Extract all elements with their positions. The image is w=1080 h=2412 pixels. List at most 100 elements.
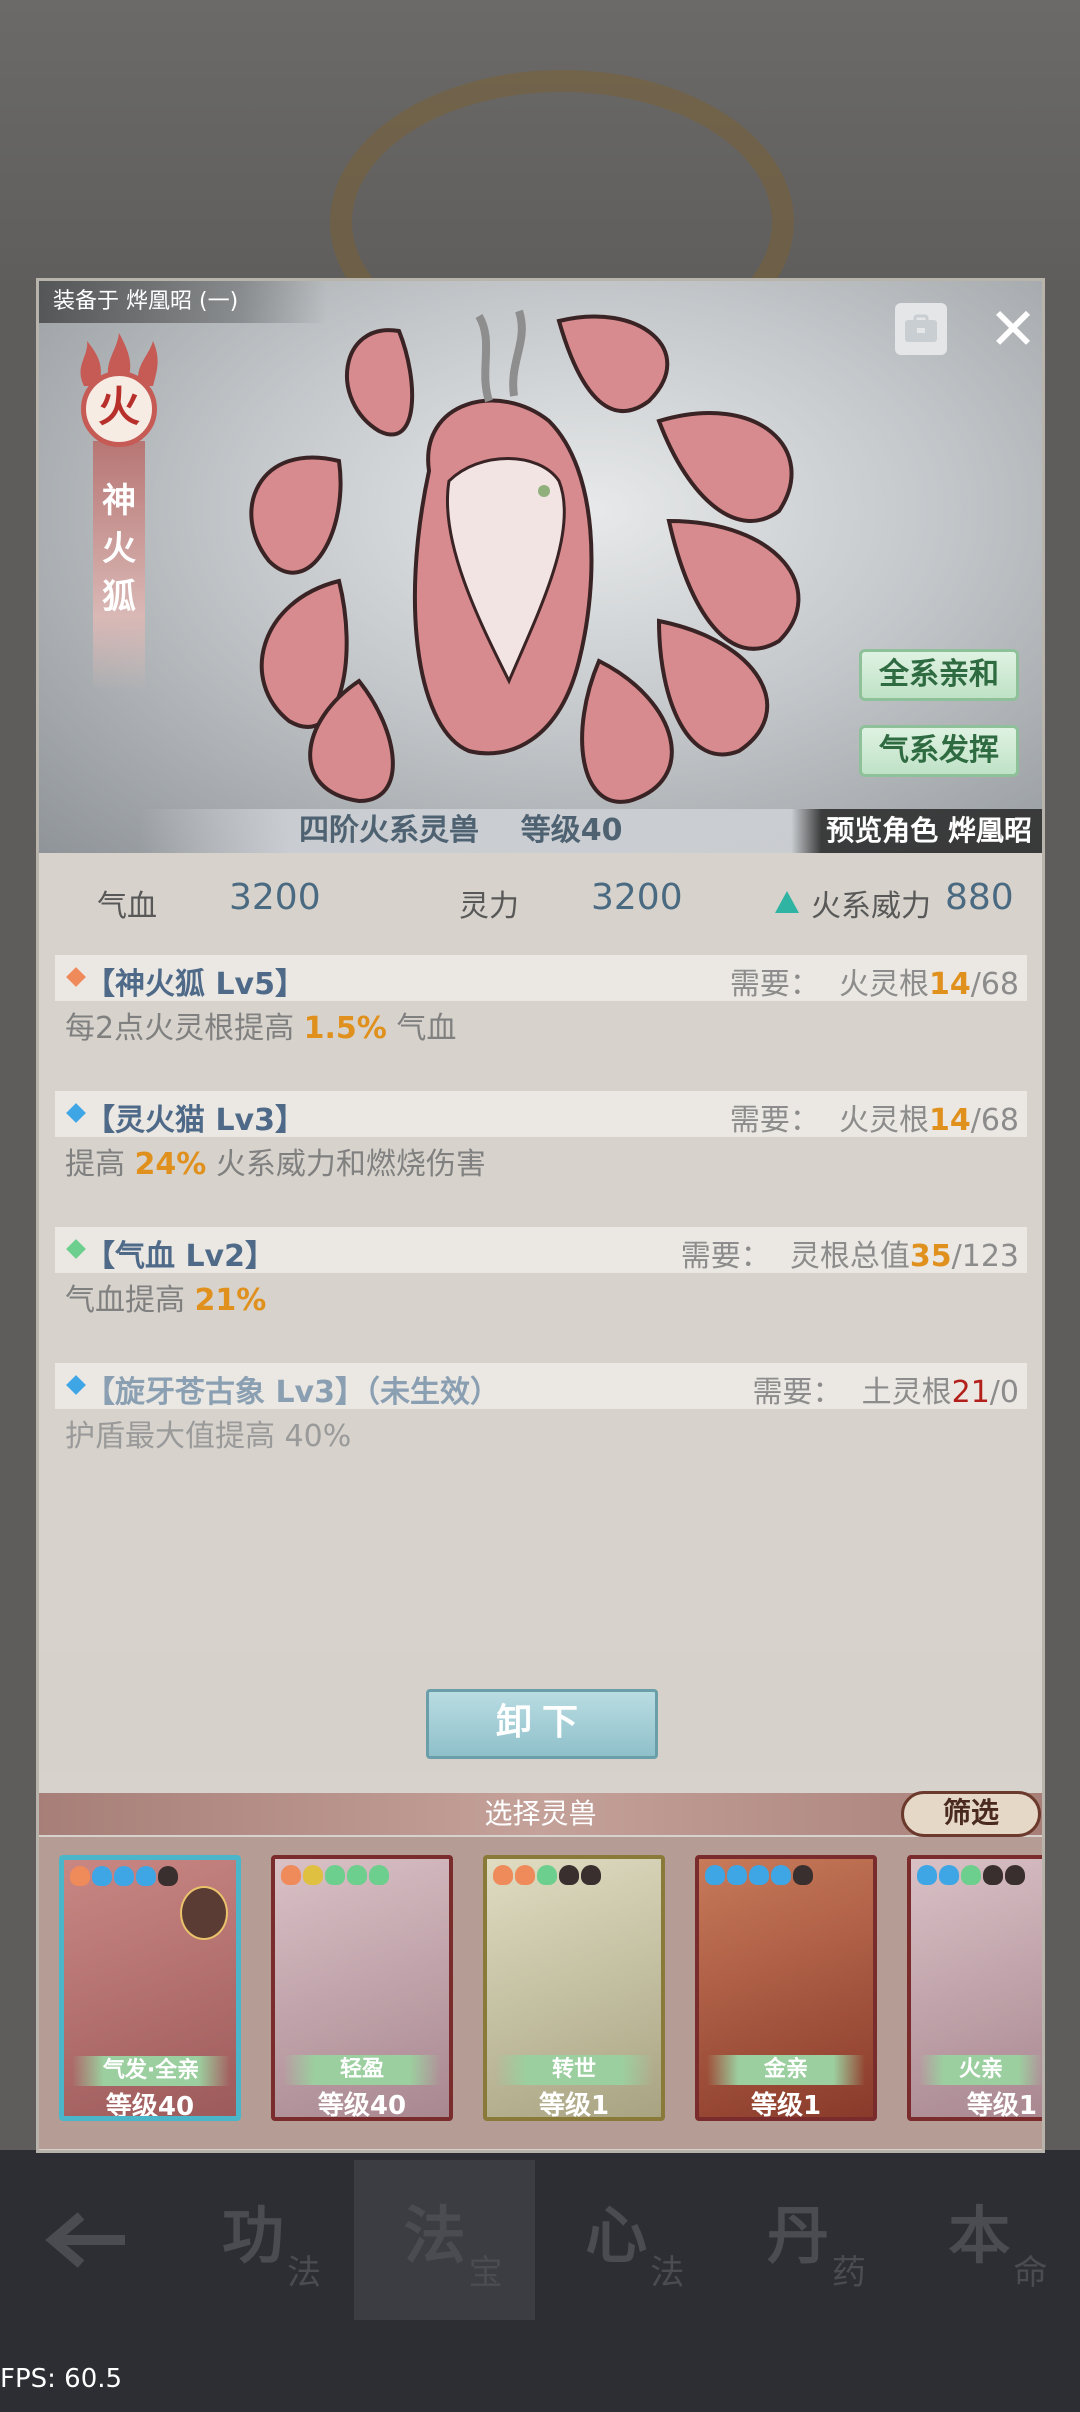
nav-tab-fabao[interactable]: 法 宝 <box>353 2160 536 2320</box>
card-tag: 轻盈 <box>283 2055 441 2085</box>
req-need: /0 <box>989 1375 1019 1410</box>
desc-highlight: 24% <box>134 1147 207 1182</box>
nav-tab-gongfa[interactable]: 功 法 <box>172 2160 354 2320</box>
skill-entry: 【神火狐 Lv5】 需要： 火灵根14/68 每2点火灵根提高 1.5% 气血 <box>55 955 1027 1057</box>
water-element-icon <box>771 1865 791 1885</box>
skill-description: 每2点火灵根提高 1.5% 气血 <box>55 1001 1027 1057</box>
empty-element-icon <box>793 1865 813 1885</box>
element-dots <box>493 1865 601 1885</box>
trait-qi-release[interactable]: 气系发挥 <box>859 725 1019 777</box>
unequip-button[interactable]: 卸下 <box>426 1689 658 1759</box>
skill-entry: 【气血 Lv2】 需要： 灵根总值35/123 气血提高 21% <box>55 1227 1027 1329</box>
element-dots <box>281 1865 389 1885</box>
card-level: 等级1 <box>750 2091 822 2121</box>
nav-tab-sub: 宝 <box>468 2253 503 2293</box>
beast-card[interactable]: 气发·全亲 等级40 <box>59 1855 241 2121</box>
water-element-icon <box>917 1865 937 1885</box>
req-have: 35 <box>909 1239 952 1274</box>
diamond-icon <box>66 967 86 987</box>
nav-tab-sub: 法 <box>287 2253 322 2293</box>
card-level: 等级40 <box>317 2091 407 2121</box>
card-tag: 金亲 <box>707 2055 865 2085</box>
hp-label: 气血 <box>97 889 157 924</box>
skill-requirement: 需要： 土灵根21/0 <box>753 1367 1019 1411</box>
equipped-on-label: 装备于 烨凰昭 (一) <box>39 281 327 323</box>
req-label: 需要： <box>729 1103 820 1138</box>
desc-text: 提高 <box>65 1147 135 1182</box>
req-root: 火灵根 <box>838 1103 929 1138</box>
req-have: 14 <box>928 1103 971 1138</box>
diamond-icon <box>66 1239 86 1259</box>
card-level: 等级1 <box>966 2091 1037 2121</box>
filter-button[interactable]: 筛选 <box>901 1791 1041 1837</box>
nav-tab-main: 法 <box>403 2199 466 2272</box>
card-level: 等级1 <box>538 2091 610 2121</box>
empty-element-icon <box>559 1865 579 1885</box>
beast-tier-level: 四阶火系灵兽 等级40 <box>299 809 623 853</box>
water-element-icon <box>749 1865 769 1885</box>
beast-card[interactable]: 转世 等级1 <box>483 1855 665 2121</box>
water-element-icon <box>92 1866 112 1886</box>
bag-button[interactable] <box>895 303 947 355</box>
desc-text: 气血提高 <box>65 1283 195 1318</box>
beast-card[interactable]: 火亲 等级1 <box>907 1855 1042 2121</box>
wood-element-icon <box>537 1865 557 1885</box>
stats-row: 气血 3200 灵力 3200 火系威力 880 <box>39 871 1042 931</box>
select-beast-title: 选择灵兽 <box>484 1797 597 1830</box>
beast-artwork-panel: 装备于 烨凰昭 (一) 火 神火狐 ✕ 全系亲和 气系发挥 四阶火系灵兽 等级4… <box>39 281 1042 853</box>
close-button[interactable]: ✕ <box>983 299 1042 359</box>
beast-level: 等级40 <box>520 813 623 848</box>
skill-description: 提高 24% 火系威力和燃烧伤害 <box>55 1137 1027 1193</box>
nav-tab-sub: 命 <box>1013 2253 1048 2293</box>
nav-tab-sub: 药 <box>831 2253 866 2293</box>
wood-element-icon <box>369 1865 389 1885</box>
desc-text: 护盾最大值提高 40% <box>65 1419 352 1454</box>
back-arrow-icon <box>45 2212 126 2268</box>
beast-tier: 四阶火系灵兽 <box>299 813 479 848</box>
req-label: 需要： <box>729 967 820 1002</box>
desc-text: 每2点火灵根提高 <box>65 1011 304 1046</box>
req-need: /68 <box>970 967 1019 1002</box>
skill-title: 【灵火猫 Lv3】 <box>85 1103 305 1138</box>
skill-header: 【气血 Lv2】 需要： 灵根总值35/123 <box>55 1227 1027 1275</box>
fps-counter: FPS: 60.5 <box>0 2364 123 2394</box>
wood-element-icon <box>347 1865 367 1885</box>
req-label: 需要： <box>680 1239 771 1274</box>
wood-element-icon <box>325 1865 345 1885</box>
card-level: 等级40 <box>105 2092 195 2121</box>
card-tag: 转世 <box>495 2055 653 2085</box>
empty-element-icon <box>983 1865 1003 1885</box>
skill-requirement: 需要： 灵根总值35/123 <box>681 1231 1019 1275</box>
fire-power-value: 880 <box>945 877 1014 918</box>
spirit-beast-popup: 装备于 烨凰昭 (一) 火 神火狐 ✕ 全系亲和 气系发挥 四阶火系灵兽 等级4… <box>36 278 1045 2153</box>
skill-header: 【灵火猫 Lv3】 需要： 火灵根14/68 <box>55 1091 1027 1139</box>
desc-highlight: 21% <box>194 1283 267 1318</box>
back-button[interactable] <box>0 2160 172 2320</box>
nav-tab-benming[interactable]: 本 命 <box>898 2160 1080 2320</box>
desc-highlight: 1.5% <box>303 1011 387 1046</box>
empty-element-icon <box>581 1865 601 1885</box>
trait-all-affinity[interactable]: 全系亲和 <box>859 649 1019 701</box>
nav-tab-main: 心 <box>585 2199 648 2272</box>
diamond-icon <box>66 1103 86 1123</box>
metal-element-icon <box>303 1865 323 1885</box>
up-triangle-icon <box>775 891 799 913</box>
skill-header: 【旋牙苍古象 Lv3】（未生效） 需要： 土灵根21/0 <box>55 1363 1027 1411</box>
hp-value: 3200 <box>229 877 321 918</box>
beast-card[interactable]: 轻盈 等级40 <box>271 1855 453 2121</box>
beast-card[interactable]: 金亲 等级1 <box>695 1855 877 2121</box>
beast-name: 神火狐 <box>102 481 136 617</box>
skill-requirement: 需要： 火灵根14/68 <box>730 959 1019 1003</box>
skill-title: 【气血 Lv2】 <box>85 1239 275 1274</box>
req-label: 需要： <box>752 1375 843 1410</box>
water-element-icon <box>114 1866 134 1886</box>
nav-tab-main: 丹 <box>766 2199 829 2272</box>
skill-requirement: 需要： 火灵根14/68 <box>730 1095 1019 1139</box>
desc-text: 火系威力和燃烧伤害 <box>206 1147 486 1182</box>
nav-tab-xinfa[interactable]: 心 法 <box>535 2160 717 2320</box>
fire-element-badge: 火 <box>81 371 157 447</box>
nav-tab-danyao[interactable]: 丹 药 <box>717 2160 899 2320</box>
skill-description: 气血提高 21% <box>55 1273 1027 1329</box>
req-need: /68 <box>970 1103 1019 1138</box>
water-element-icon <box>136 1866 156 1886</box>
